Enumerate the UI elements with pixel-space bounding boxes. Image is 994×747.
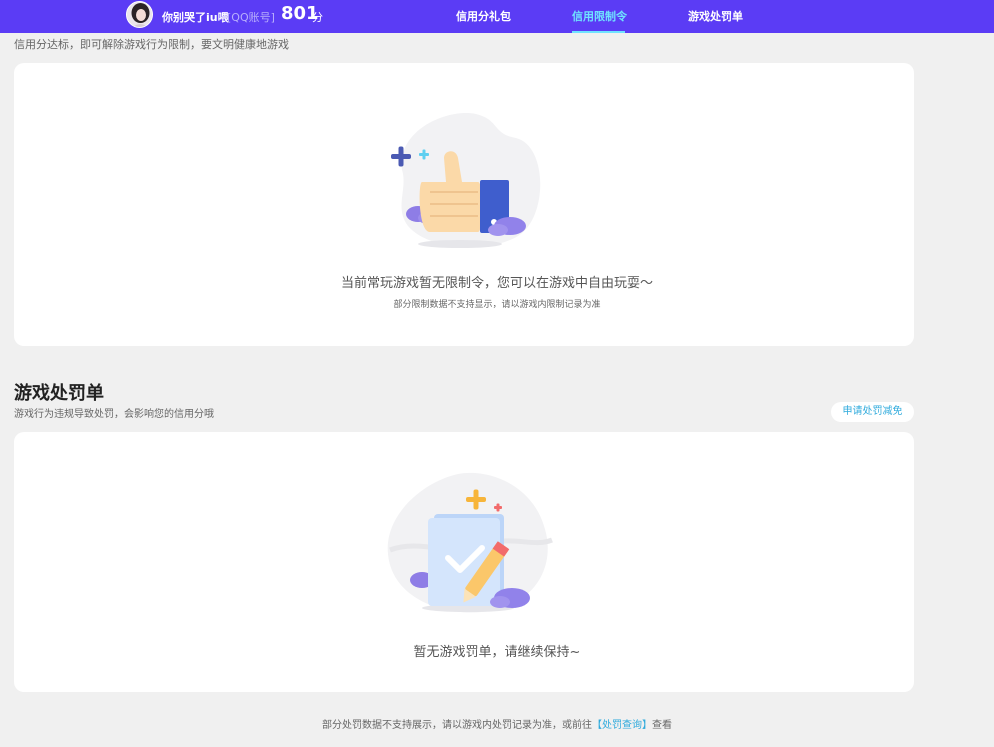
- tab-credit-gift[interactable]: 信用分礼包: [456, 8, 511, 24]
- user-name: 你别哭了iu喂: [162, 11, 229, 24]
- footer-note: 部分处罚数据不支持展示，请以游戏内处罚记录为准，或前往【处罚查询】查看: [0, 716, 994, 731]
- avatar[interactable]: [126, 1, 153, 28]
- avatar-image: [127, 2, 152, 27]
- footer-text-end: 查看: [652, 720, 672, 731]
- restriction-subtitle: 信用分达标，即可解除游戏行为限制，要文明健康地游戏: [14, 38, 289, 51]
- tab-credit-restriction[interactable]: 信用限制令: [572, 8, 627, 24]
- restriction-empty-note: 部分限制数据不支持显示，请以游戏内限制记录为准: [393, 300, 601, 310]
- active-tab-indicator: [572, 31, 625, 33]
- top-bar: 你别哭了iu喂 [QQ账号] 801 分 信用分礼包 信用限制令 游戏处罚单: [0, 0, 994, 33]
- penalty-empty-message: 暂无游戏罚单，请继续保持~: [413, 645, 581, 660]
- footer-text: 部分处罚数据不支持展示，请以游戏内处罚记录为准，或前往: [322, 720, 592, 731]
- tab-game-penalty[interactable]: 游戏处罚单: [688, 8, 743, 24]
- score-unit: 分: [312, 11, 323, 24]
- penalty-query-link[interactable]: 【处罚查询】: [592, 720, 652, 731]
- account-type-label: [QQ账号]: [227, 11, 275, 24]
- restriction-empty-message: 当前常玩游戏暂无限制令，您可以在游戏中自由玩耍～: [340, 276, 653, 291]
- penalty-section-title: 游戏处罚单: [14, 383, 104, 404]
- apply-penalty-reduction-button[interactable]: 申请处罚减免: [831, 402, 914, 422]
- document-check-illustration: [387, 472, 553, 613]
- penalty-section-description: 游戏行为违规导致处罚，会影响您的信用分哦: [14, 409, 214, 420]
- thumbs-up-illustration: [391, 113, 541, 248]
